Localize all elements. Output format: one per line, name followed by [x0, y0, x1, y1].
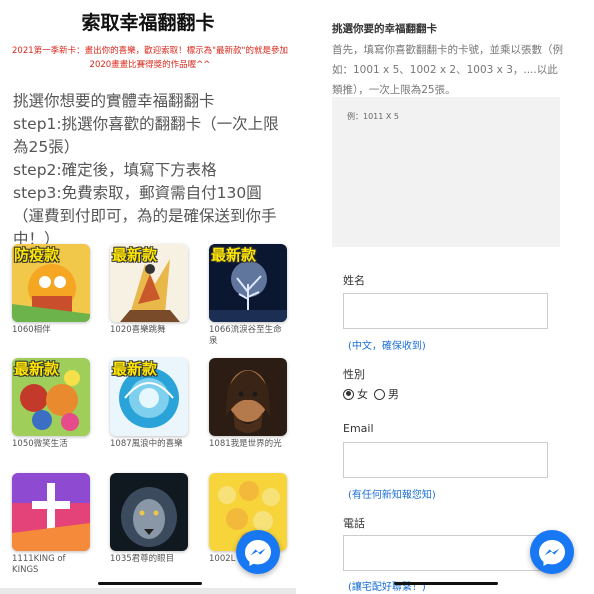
card-image[interactable]: 最新款: [209, 244, 287, 322]
name-input[interactable]: [343, 293, 548, 329]
intro-line: step1:挑選你喜歡的翻翻卡（一次上限為25張）: [13, 115, 279, 156]
question-description: 首先，填寫你喜歡翻翻卡的卡號，並乘以張數（例如：1001 x 5、1002 x …: [332, 44, 563, 96]
intro-text: 挑選你想要的實體幸福翻翻卡 step1:挑選你喜歡的翻翻卡（一次上限為25張） …: [13, 90, 291, 251]
messenger-button[interactable]: [530, 530, 574, 574]
phone-hint: (讓宅配好聯繫！): [348, 582, 426, 593]
gender-radio-male[interactable]: [374, 388, 385, 400]
messenger-icon: [539, 540, 565, 566]
card-image[interactable]: [12, 473, 90, 551]
intro-line: step3:免費索取，郵資需自付130圓（運費到付即可，為的是確保送到你手中！）: [13, 184, 277, 248]
name-hint: (中文，確保收到): [348, 341, 426, 352]
page-title: 索取幸福翻翻卡: [81, 12, 215, 34]
card-item[interactable]: 1111KING of KINGS: [12, 473, 92, 576]
card-badge: 防疫款: [14, 246, 60, 264]
intro-line: step2:確定後，填寫下方表格: [13, 161, 217, 179]
card-caption: 1111KING of KINGS: [12, 554, 66, 575]
email-input[interactable]: [343, 442, 548, 478]
intro-line: 挑選你想要的實體幸福翻翻卡: [13, 92, 215, 110]
card-badge: 最新款: [112, 246, 158, 264]
card-caption: 1087風浪中的喜樂: [110, 439, 183, 449]
card-image[interactable]: [110, 473, 188, 551]
gender-label: 性別: [343, 368, 365, 381]
left-panel: 索取幸福翻翻卡 2021第一季新卡：畫出你的喜樂，歡迎索取！標示為"最新款"的就…: [0, 0, 296, 594]
card-caption: 1035君尊的眼目: [110, 554, 175, 564]
card-item[interactable]: 1035君尊的眼目: [110, 473, 190, 565]
notice-text: 2021第一季新卡：畫出你的喜樂，歡迎索取！標示為"最新款"的就是參加2020畫…: [12, 46, 288, 70]
card-item[interactable]: 最新款 1066流淚谷至生命泉: [209, 244, 289, 347]
card-image[interactable]: 最新款: [110, 358, 188, 436]
name-label: 姓名: [343, 274, 365, 287]
card-item[interactable]: 最新款 1087風浪中的喜樂: [110, 358, 190, 450]
card-item[interactable]: 最新款 1050微笑生活: [12, 358, 92, 450]
card-image[interactable]: 防疫款: [12, 244, 90, 322]
gender-radio-female[interactable]: [343, 388, 354, 400]
card-image[interactable]: [209, 358, 287, 436]
home-indicator: [394, 582, 498, 585]
phone-input[interactable]: [343, 535, 548, 571]
card-caption: 1050微笑生活: [12, 439, 68, 449]
card-selection-textarea[interactable]: 例：1011 X 5: [332, 97, 560, 247]
card-caption: 1020喜樂跳舞: [110, 325, 166, 335]
messenger-icon: [245, 540, 271, 566]
card-item[interactable]: 防疫款 1060相伴: [12, 244, 92, 336]
card-caption: 1060相伴: [12, 325, 51, 335]
card-item[interactable]: 1081我是世界的光: [209, 358, 289, 450]
card-badge: 最新款: [211, 246, 257, 264]
card-caption: 1081我是世界的光: [209, 439, 282, 449]
messenger-button[interactable]: [236, 530, 280, 574]
home-indicator: [98, 582, 202, 585]
card-badge: 最新款: [112, 360, 158, 378]
email-label: Email: [343, 422, 374, 435]
phone-label: 電話: [343, 517, 365, 530]
card-image[interactable]: 最新款: [110, 244, 188, 322]
card-caption: 1066流淚谷至生命泉: [209, 325, 282, 346]
email-hint: (有任何新知報您知): [348, 490, 436, 501]
next-row-peek: [0, 588, 296, 594]
card-item[interactable]: 最新款 1020喜樂跳舞: [110, 244, 190, 336]
gender-option-label: 女: [357, 388, 368, 401]
textarea-placeholder: 例：1011 X 5: [347, 112, 400, 121]
gender-option-label: 男: [388, 388, 399, 401]
card-image[interactable]: 最新款: [12, 358, 90, 436]
question-title: 挑選你要的幸福翻翻卡: [332, 23, 437, 35]
gender-radio-group: 女 男: [343, 386, 405, 402]
card-badge: 最新款: [14, 360, 60, 378]
right-panel: 挑選你要的幸福翻翻卡 首先，填寫你喜歡翻翻卡的卡號，並乘以張數（例如：1001 …: [298, 0, 594, 594]
